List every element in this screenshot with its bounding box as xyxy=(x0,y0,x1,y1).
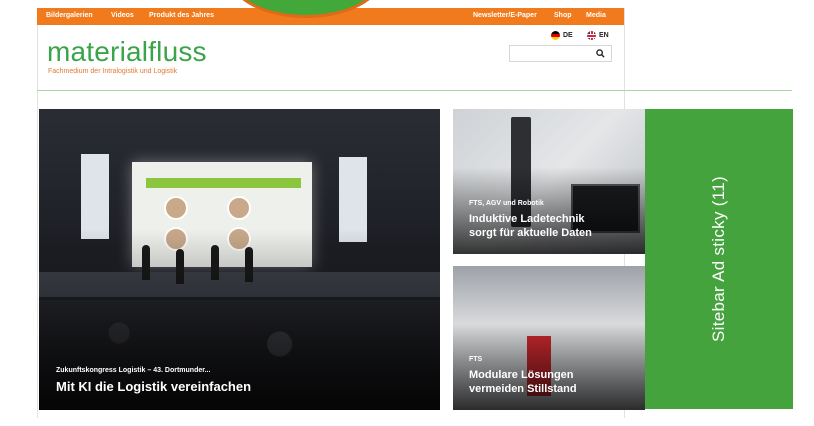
article-headline[interactable]: Mit KI die Logistik vereinfachen xyxy=(56,380,251,394)
ad-label: Sitebar Ad sticky (11) xyxy=(709,176,728,342)
search-box xyxy=(509,45,612,65)
language-en[interactable]: EN xyxy=(587,31,609,40)
german-flag-icon xyxy=(551,31,560,40)
event-banner-left xyxy=(81,154,109,239)
nav-newsletter[interactable]: Newsletter/E-Paper xyxy=(473,12,537,19)
speaker-photo xyxy=(227,196,251,220)
article-card-third[interactable]: FTS Modulare Lösungen vermeiden Stillsta… xyxy=(453,266,645,410)
nav-produkt-des-jahres[interactable]: Produkt des Jahres xyxy=(149,12,214,19)
nav-media[interactable]: Media xyxy=(586,12,606,19)
language-de-label: DE xyxy=(563,32,573,39)
language-en-label: EN xyxy=(599,32,609,39)
nav-bildergalerien[interactable]: Bildergalerien xyxy=(46,12,93,19)
nav-shop[interactable]: Shop xyxy=(554,12,572,19)
image-gradient-overlay xyxy=(453,323,645,410)
article-headline-line1[interactable]: Induktive Ladetechnik xyxy=(469,212,585,226)
image-gradient-overlay xyxy=(453,167,645,254)
search-icon[interactable] xyxy=(596,49,605,58)
nav-videos[interactable]: Videos xyxy=(111,12,134,19)
article-headline-line2[interactable]: vermeiden Stillstand xyxy=(469,382,577,396)
article-kicker: FTS xyxy=(469,356,483,363)
uk-flag-icon xyxy=(587,31,596,40)
speaker-photo xyxy=(164,196,188,220)
article-card-second[interactable]: FTS, AGV und Robotik Induktive Ladetechn… xyxy=(453,109,645,254)
brand-tagline: Fachmedium der Intralogistik und Logisti… xyxy=(48,68,178,75)
search-input[interactable] xyxy=(513,50,597,65)
sitebar-ad[interactable]: Sitebar Ad sticky (11) xyxy=(645,109,793,409)
screen-header-bar xyxy=(146,178,301,188)
brand-logo[interactable]: materialfluss xyxy=(47,36,207,68)
article-kicker: Zukunftskongress Logistik – 43. Dortmund… xyxy=(56,367,211,374)
language-de[interactable]: DE xyxy=(551,31,573,40)
article-headline-line2[interactable]: sorgt für aktuelle Daten xyxy=(469,226,592,240)
article-headline-line1[interactable]: Modulare Lösungen xyxy=(469,368,574,382)
article-kicker: FTS, AGV und Robotik xyxy=(469,200,544,207)
header-divider xyxy=(37,90,792,91)
article-card-main[interactable]: Zukunftskongress Logistik – 43. Dortmund… xyxy=(39,109,440,410)
